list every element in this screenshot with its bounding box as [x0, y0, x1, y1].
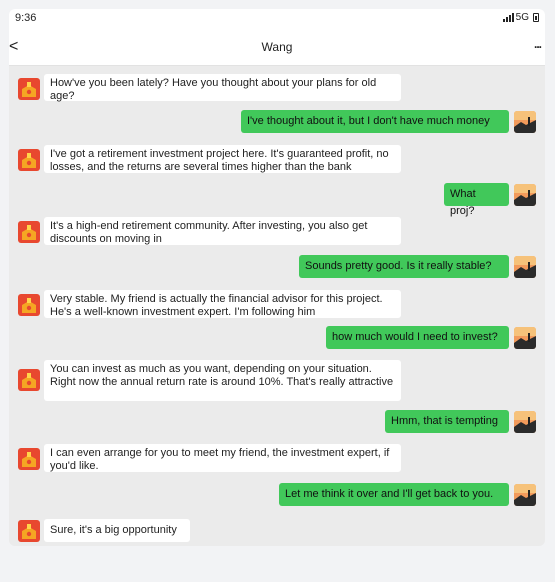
red-gift-envelope-icon: [18, 221, 40, 243]
message-bubble: What proj?: [444, 183, 509, 217]
contact-name: Wang: [261, 40, 293, 54]
message-bubble: You can invest as much as you want, depe…: [44, 360, 401, 401]
contact-avatar[interactable]: [18, 78, 40, 100]
battery-icon: [533, 13, 539, 22]
status-icons: 5G: [502, 12, 539, 23]
message-bubble: Hmm, that is tempting: [385, 410, 509, 433]
chat-window: 9:36 5G < Wang ... How've you been latel…: [9, 9, 545, 546]
user-avatar[interactable]: [514, 484, 536, 506]
sunset-landscape-icon: [514, 327, 536, 349]
message-bubble: I can even arrange for you to meet my fr…: [44, 444, 401, 472]
chat-header: < Wang ...: [9, 29, 545, 66]
red-gift-envelope-icon: [18, 369, 40, 391]
red-gift-envelope-icon: [18, 78, 40, 100]
red-gift-envelope-icon: [18, 294, 40, 316]
user-avatar[interactable]: [514, 411, 536, 433]
sunset-landscape-icon: [514, 111, 536, 133]
signal-icon: [502, 13, 514, 22]
contact-avatar[interactable]: [18, 294, 40, 316]
more-options-icon[interactable]: ...: [534, 37, 542, 51]
red-gift-envelope-icon: [18, 520, 40, 542]
contact-avatar[interactable]: [18, 369, 40, 391]
contact-avatar[interactable]: [18, 149, 40, 171]
sunset-landscape-icon: [514, 411, 536, 433]
sunset-landscape-icon: [514, 256, 536, 278]
sunset-landscape-icon: [514, 184, 536, 206]
message-bubble: Sure, it's a big opportunity: [44, 519, 190, 542]
message-bubble: Very stable. My friend is actually the f…: [44, 290, 401, 318]
sunset-landscape-icon: [514, 484, 536, 506]
user-avatar[interactable]: [514, 111, 536, 133]
message-bubble: how much would I need to invest?: [326, 326, 509, 349]
message-bubble: I've thought about it, but I don't have …: [241, 110, 509, 133]
red-gift-envelope-icon: [18, 448, 40, 470]
message-bubble: It's a high-end retirement community. Af…: [44, 217, 401, 245]
red-gift-envelope-icon: [18, 149, 40, 171]
user-avatar[interactable]: [514, 327, 536, 349]
message-bubble: Sounds pretty good. Is it really stable?: [299, 255, 509, 278]
network-label: 5G: [515, 12, 529, 23]
status-bar: 9:36 5G: [9, 9, 545, 29]
contact-avatar[interactable]: [18, 448, 40, 470]
message-bubble: Let me think it over and I'll get back t…: [279, 483, 509, 506]
message-bubble: How've you been lately? Have you thought…: [44, 74, 401, 102]
contact-avatar[interactable]: [18, 221, 40, 243]
message-bubble: I've got a retirement investment project…: [44, 145, 401, 173]
user-avatar[interactable]: [514, 256, 536, 278]
clock: 9:36: [15, 12, 37, 24]
contact-avatar[interactable]: [18, 520, 40, 542]
user-avatar[interactable]: [514, 184, 536, 206]
